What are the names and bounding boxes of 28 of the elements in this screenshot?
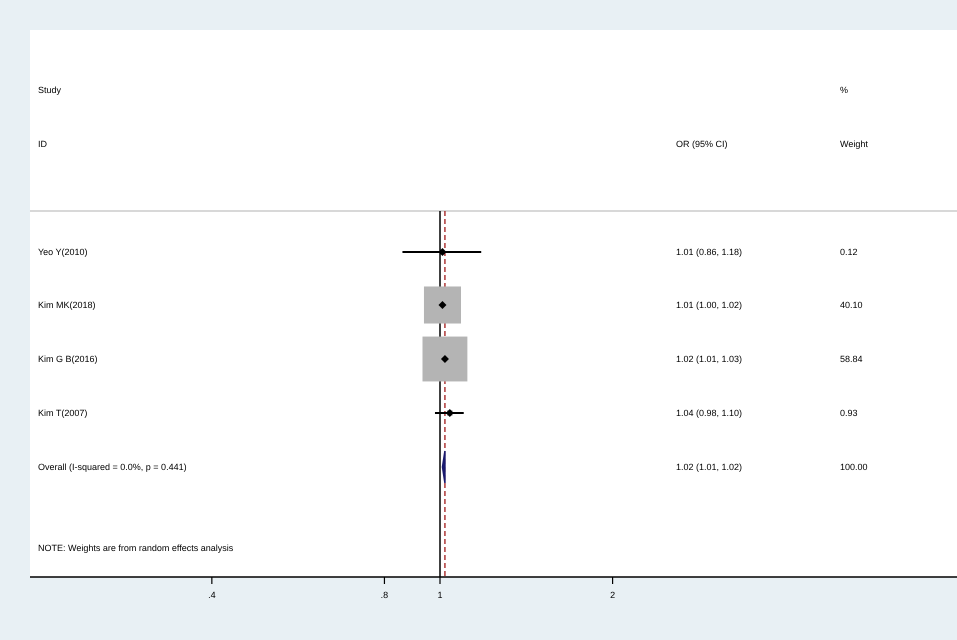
or-ci-value: 1.04 (0.98, 1.10) [676,408,742,418]
study-marker [422,336,468,382]
axis-tick-label: .4 [208,590,216,600]
weight-value: 58.84 [840,354,863,364]
or-ci-value: 1.02 (1.01, 1.02) [676,462,742,472]
or-ci-value: 1.01 (1.00, 1.02) [676,300,742,310]
column-header: Weight [840,139,868,149]
axis-tick-label: 2 [610,590,616,600]
column-header: % [840,85,848,95]
study-label: Yeo Y(2010) [38,247,88,257]
or-ci-value: 1.02 (1.01, 1.03) [676,354,742,364]
or-ci-value: 1.01 (0.86, 1.18) [676,247,742,257]
weight-value: 0.93 [840,408,858,418]
axis-tick-label: 1 [438,590,442,600]
column-header: Study [38,85,62,95]
weight-value: 100.00 [840,462,868,472]
overall-label: Overall (I-squared = 0.0%, p = 0.441) [38,462,187,472]
study-label: Kim MK(2018) [38,300,96,310]
study-label: Kim G B(2016) [38,354,98,364]
column-header: ID [38,139,47,149]
axis-tick-label: .8 [380,590,388,600]
study-label: Kim T(2007) [38,408,88,418]
footnote: NOTE: Weights are from random effects analysis [38,543,234,553]
study-marker [434,409,464,417]
column-header: OR (95% CI) [676,139,728,149]
study-marker [424,286,461,324]
weight-value: 40.10 [840,300,863,310]
weight-value: 0.12 [840,247,858,257]
